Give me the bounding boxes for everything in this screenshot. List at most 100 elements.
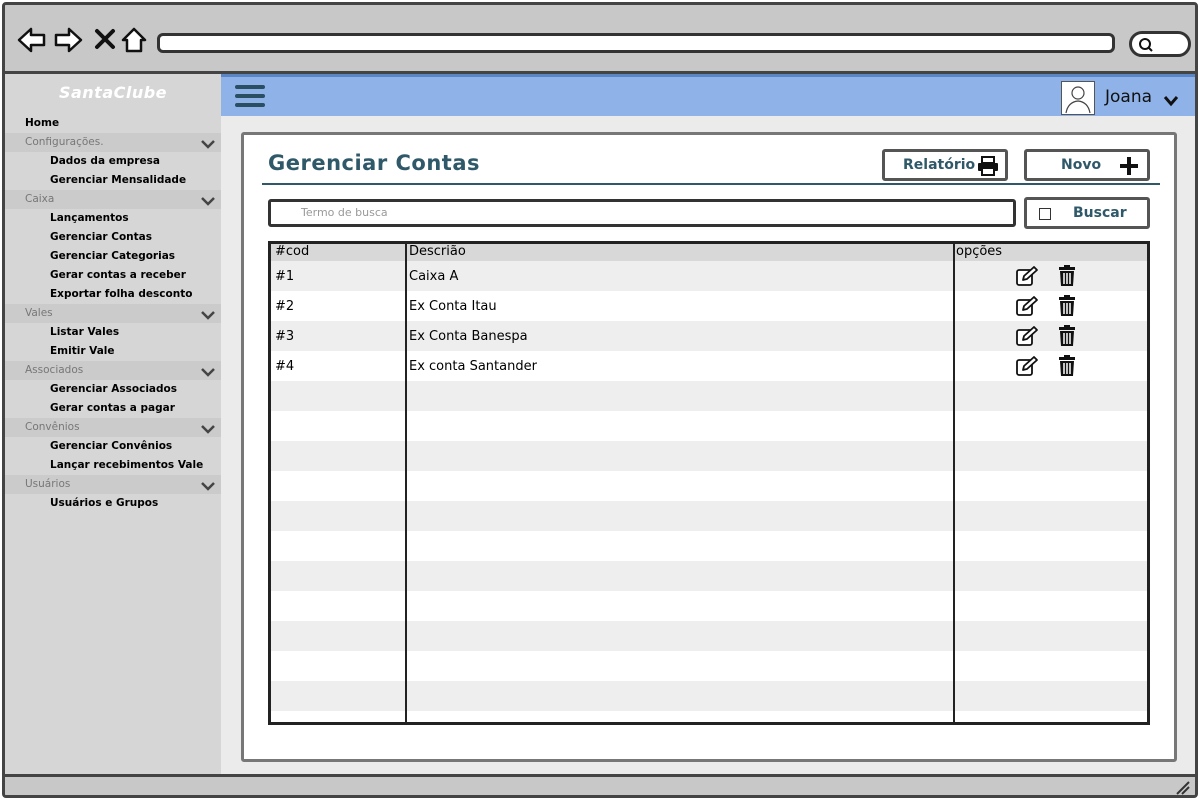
plus-icon — [1120, 157, 1138, 175]
chevron-down-icon[interactable] — [201, 194, 215, 206]
sidebar-item[interactable]: Gerenciar Categorias — [5, 247, 221, 266]
column-header-description[interactable]: Descrião — [409, 244, 466, 259]
search-input[interactable]: Termo de busca — [268, 199, 1016, 227]
chevron-down-icon[interactable] — [1163, 92, 1179, 107]
sidebar-item[interactable]: Home — [5, 114, 221, 133]
sidebar-group[interactable]: Usuários — [5, 475, 221, 494]
new-button-label: Novo — [1061, 157, 1102, 173]
table-row — [271, 411, 1147, 441]
sidebar-item-label: Exportar folha desconto — [50, 288, 193, 300]
table-row — [271, 591, 1147, 621]
back-arrow-icon[interactable] — [17, 25, 47, 55]
sidebar-item-label: Dados da empresa — [50, 155, 160, 167]
sidebar-item[interactable]: Lançar recebimentos Vale — [5, 456, 221, 475]
printer-icon — [978, 156, 998, 176]
sidebar-group[interactable]: Caixa — [5, 190, 221, 209]
table-row — [271, 531, 1147, 561]
table-row[interactable]: #4 Ex conta Santander — [271, 351, 1147, 381]
sidebar-item[interactable]: Gerenciar Associados — [5, 380, 221, 399]
search-button-label: Buscar — [1073, 205, 1127, 221]
sidebar-group[interactable]: Configurações. — [5, 133, 221, 152]
chevron-down-icon[interactable] — [201, 365, 215, 377]
cell-cod: #1 — [275, 269, 295, 284]
sidebar-item-label: Convênios — [25, 421, 80, 433]
page-title: Gerenciar Contas — [268, 151, 481, 175]
resize-grip-icon[interactable] — [1175, 781, 1191, 795]
sidebar-item-label: Gerar contas a pagar — [50, 402, 175, 414]
chevron-down-icon[interactable] — [201, 137, 215, 149]
edit-icon[interactable] — [1015, 355, 1039, 377]
checkbox-icon[interactable] — [1039, 208, 1051, 220]
sidebar-item-label: Home — [25, 117, 60, 129]
table-row — [271, 471, 1147, 501]
sidebar-item[interactable]: Exportar folha desconto — [5, 285, 221, 304]
table-row — [271, 381, 1147, 411]
trash-icon[interactable] — [1055, 265, 1079, 287]
title-divider — [262, 183, 1160, 185]
status-bar — [5, 774, 1195, 795]
sidebar-item-label: Gerenciar Contas — [50, 231, 153, 243]
cell-description: Ex Conta Itau — [409, 299, 497, 314]
trash-icon[interactable] — [1055, 295, 1079, 317]
edit-icon[interactable] — [1015, 325, 1039, 347]
sidebar-item-label: Usuários — [25, 478, 71, 490]
avatar[interactable] — [1061, 81, 1095, 115]
top-header: Joana — [221, 74, 1195, 116]
table-row — [271, 621, 1147, 651]
forward-arrow-icon[interactable] — [53, 25, 83, 55]
sidebar-item[interactable]: Emitir Vale — [5, 342, 221, 361]
sidebar-group[interactable]: Convênios — [5, 418, 221, 437]
sidebar-item-label: Gerenciar Mensalidade — [50, 174, 187, 186]
chevron-down-icon[interactable] — [201, 308, 215, 320]
table-row — [271, 501, 1147, 531]
sidebar-item-label: Gerenciar Categorias — [50, 250, 176, 262]
table-row[interactable]: #1 Caixa A — [271, 261, 1147, 291]
hamburger-menu-icon[interactable] — [235, 85, 265, 111]
chevron-down-icon[interactable] — [201, 479, 215, 491]
table-row — [271, 711, 1147, 722]
report-button-label: Relatório — [903, 157, 976, 173]
sidebar-item-label: Vales — [25, 307, 53, 319]
sidebar-item[interactable]: Gerenciar Contas — [5, 228, 221, 247]
table-row[interactable]: #2 Ex Conta Itau — [271, 291, 1147, 321]
search-icon — [1139, 38, 1153, 52]
sidebar-item-label: Emitir Vale — [50, 345, 115, 357]
sidebar-item[interactable]: Gerar contas a pagar — [5, 399, 221, 418]
close-icon[interactable] — [91, 25, 121, 55]
url-bar[interactable] — [157, 33, 1115, 53]
sidebar-item[interactable]: Gerar contas a receber — [5, 266, 221, 285]
browser-search-box[interactable] — [1129, 31, 1191, 57]
browser-toolbar — [5, 5, 1195, 74]
sidebar-item-label: Gerenciar Associados — [50, 383, 177, 395]
report-button[interactable]: Relatório — [882, 149, 1008, 181]
user-name[interactable]: Joana — [1105, 87, 1152, 107]
sidebar-group[interactable]: Vales — [5, 304, 221, 323]
sidebar-item[interactable]: Usuários e Grupos — [5, 494, 221, 513]
new-button[interactable]: Novo — [1024, 149, 1150, 181]
sidebar: SantaClube Home Configurações. Dados da em… — [5, 74, 221, 774]
edit-icon[interactable] — [1015, 295, 1039, 317]
sidebar-item-label: Lançamentos — [50, 212, 129, 224]
sidebar-item-label: Caixa — [25, 193, 55, 205]
sidebar-item-label: Usuários e Grupos — [50, 497, 159, 509]
trash-icon[interactable] — [1055, 325, 1079, 347]
cell-cod: #3 — [275, 329, 295, 344]
browser-window: SantaClube Home Configurações. Dados da em… — [2, 2, 1198, 798]
home-icon[interactable] — [119, 25, 149, 55]
sidebar-item-label: Associados — [25, 364, 84, 376]
sidebar-item[interactable]: Lançamentos — [5, 209, 221, 228]
sidebar-item[interactable]: Gerenciar Convênios — [5, 437, 221, 456]
table-row[interactable]: #3 Ex Conta Banespa — [271, 321, 1147, 351]
column-header-options: opções — [956, 244, 1003, 259]
sidebar-item[interactable]: Dados da empresa — [5, 152, 221, 171]
sidebar-item[interactable]: Listar Vales — [5, 323, 221, 342]
sidebar-item[interactable]: Gerenciar Mensalidade — [5, 171, 221, 190]
column-header-cod[interactable]: #cod — [275, 244, 309, 259]
search-button[interactable]: Buscar — [1024, 197, 1150, 229]
table-header: #cod Descrião opções — [271, 244, 1147, 261]
trash-icon[interactable] — [1055, 355, 1079, 377]
chevron-down-icon[interactable] — [201, 422, 215, 434]
edit-icon[interactable] — [1015, 265, 1039, 287]
brand-logo[interactable]: SantaClube — [5, 74, 221, 114]
sidebar-group[interactable]: Associados — [5, 361, 221, 380]
